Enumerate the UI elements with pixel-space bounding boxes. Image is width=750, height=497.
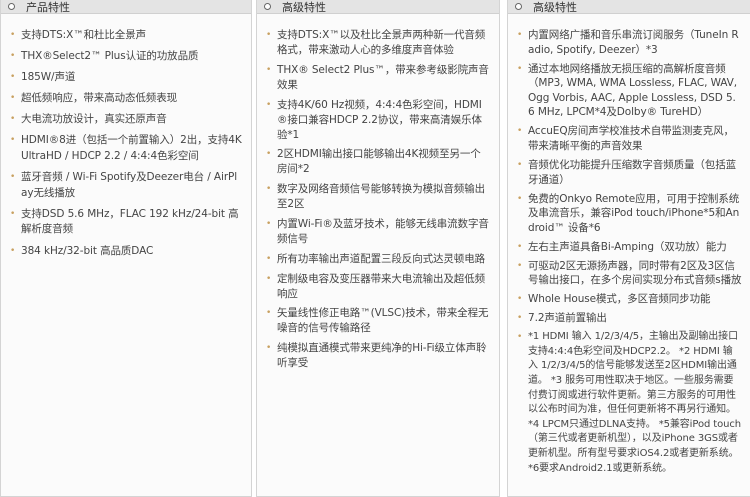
list-item: Whole House模式，多区音频同步功能 <box>517 292 742 307</box>
column-header: 产品特性 <box>1 0 251 14</box>
list-item: 免费的Onkyo Remote应用，可用于控制系统及串流音乐，兼容iPod to… <box>517 192 742 236</box>
list-item: 185W/声道 <box>10 70 243 86</box>
column-title: 高级特性 <box>533 0 577 14</box>
list-item: 音频优化功能提升压缩数字音频质量（包括蓝牙通道） <box>517 158 742 187</box>
list-item: 左右主声道具备Bi-Amping（双功放）能力 <box>517 240 742 255</box>
list-item: 支持DTS:X™和杜比全景声 <box>10 28 243 44</box>
footnotes: *1 HDMI 输入 1/2/3/4/5，主输出及副输出接口支持4:4:4色彩空… <box>517 330 742 476</box>
feature-list: 内置网络广播和音乐串流订阅服务（TuneIn Radio, Spotify, D… <box>508 14 750 476</box>
list-item: 内置Wi-Fi®及蓝牙技术，能够无线串流数字音频信号 <box>266 217 491 247</box>
column-title: 产品特性 <box>26 0 70 14</box>
list-item: 7.2声道前置输出 <box>517 311 742 326</box>
list-item: 定制级电容及变压器带来大电流输出及超低频响应 <box>266 272 491 302</box>
list-item: 数字及网络音频信号能够转换为模拟音频输出至2区 <box>266 182 491 212</box>
circle-marker-icon <box>264 3 271 10</box>
column-title: 高级特性 <box>282 0 326 14</box>
circle-marker-icon <box>8 3 15 10</box>
list-item: 通过本地网络播放无损压缩的高解析度音频（MP3, WMA, WMA Lossle… <box>517 62 742 120</box>
list-item: AccuEQ房间声学校准技术自带监测麦克风，带来清晰平衡的声音效果 <box>517 124 742 153</box>
list-item: 所有功率输出声道配置三段反向式达灵顿电路 <box>266 252 491 267</box>
list-item: 大电流功放设计，真实还原声音 <box>10 112 243 128</box>
list-item: 支持DTS:X™以及杜比全景声两种新一代音频格式，带来激动人心的多维度声音体验 <box>266 28 491 58</box>
feature-list: 支持DTS:X™和杜比全景声 THX®Select2™ Plus认证的功放品质 … <box>1 14 251 259</box>
list-item: 超低频响应，带来高动态低频表现 <box>10 91 243 107</box>
list-item: 支持DSD 5.6 MHz，FLAC 192 kHz/24-bit 高解析度音频 <box>10 207 243 238</box>
advanced-features-column-1: 高级特性 支持DTS:X™以及杜比全景声两种新一代音频格式，带来激动人心的多维度… <box>256 0 500 497</box>
circle-marker-icon <box>515 3 522 10</box>
list-item: 内置网络广播和音乐串流订阅服务（TuneIn Radio, Spotify, D… <box>517 28 742 57</box>
list-item: 纯模拟直通模式带来更纯净的Hi-Fi级立体声聆听享受 <box>266 341 491 371</box>
column-header: 高级特性 <box>257 0 499 14</box>
list-item: THX®Select2™ Plus认证的功放品质 <box>10 49 243 65</box>
list-item: 2区HDMI输出接口能够输出4K视频至另一个房间*2 <box>266 147 491 177</box>
list-item: THX® Select2 Plus™，带来参考级影院声音效果 <box>266 63 491 93</box>
list-item: HDMI®8进（包括一个前置输入）2出，支持4K UltraHD / HDCP … <box>10 133 243 164</box>
advanced-features-column-2: 高级特性 内置网络广播和音乐串流订阅服务（TuneIn Radio, Spoti… <box>507 0 750 497</box>
list-item: 蓝牙音频 / Wi-Fi Spotify及Deezer电台 / AirPlay无… <box>10 170 243 201</box>
feature-list: 支持DTS:X™以及杜比全景声两种新一代音频格式，带来激动人心的多维度声音体验 … <box>257 14 499 371</box>
list-item: 支持4K/60 Hz视频，4:4:4色彩空间，HDMI®接口兼容HDCP 2.2… <box>266 98 491 143</box>
list-item: 可驱动2区无源扬声器，同时带有2区及3区信号输出接口，在多个房间实现分布式音频s… <box>517 259 742 288</box>
list-item: 矢量线性修正电路™(VLSC)技术，带来全程无噪音的信号传输路径 <box>266 306 491 336</box>
column-header: 高级特性 <box>508 0 750 14</box>
list-item: 384 kHz/32-bit 高品质DAC <box>10 244 243 260</box>
product-features-column: 产品特性 支持DTS:X™和杜比全景声 THX®Select2™ Plus认证的… <box>0 0 252 497</box>
